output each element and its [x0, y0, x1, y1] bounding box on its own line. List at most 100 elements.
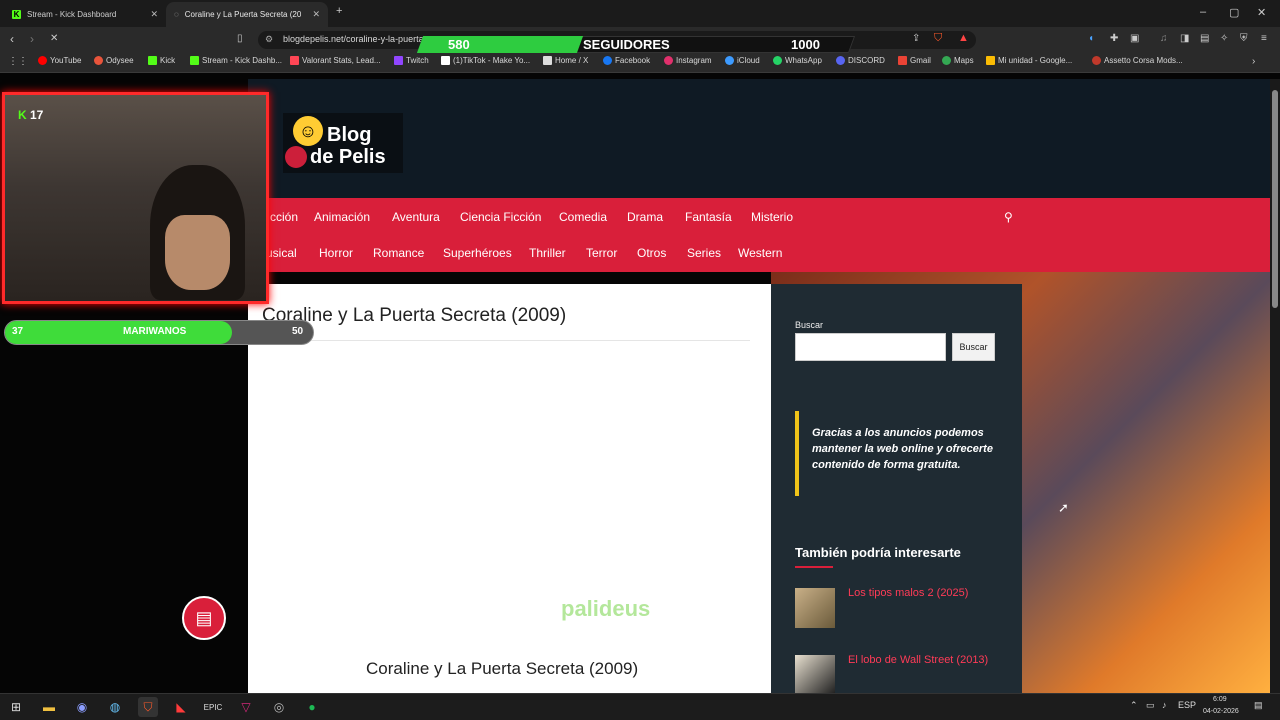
- search-input[interactable]: [795, 333, 946, 361]
- drive-icon: [986, 56, 995, 65]
- language-indicator[interactable]: ESP: [1178, 700, 1196, 710]
- bookmark-item[interactable]: Home / X: [543, 56, 588, 65]
- bookmark-item[interactable]: Odysee: [94, 56, 134, 65]
- app-icon[interactable]: ▽: [236, 697, 256, 717]
- taskbar: [0, 693, 1280, 720]
- media-icon[interactable]: ♫: [1160, 33, 1168, 44]
- related-thumbnail[interactable]: [795, 655, 835, 693]
- related-thumbnail[interactable]: [795, 588, 835, 628]
- nav-item[interactable]: Terror: [586, 246, 617, 260]
- nav-item[interactable]: Romance: [373, 246, 424, 260]
- stop-icon[interactable]: ✕: [50, 33, 58, 44]
- related-heading: También podría interesarte: [795, 545, 961, 560]
- related-link[interactable]: Los tipos malos 2 (2025): [848, 587, 968, 599]
- app-icon[interactable]: ◣: [171, 697, 191, 717]
- apps-icon[interactable]: ⋮⋮: [8, 56, 28, 67]
- bookmark-item[interactable]: DISCORD: [836, 56, 885, 65]
- bookmark-item[interactable]: Gmail: [898, 56, 931, 65]
- bookmark-item[interactable]: Kick: [148, 56, 175, 65]
- obs-icon[interactable]: ◎: [269, 697, 289, 717]
- extensions-icon[interactable]: ✚: [1110, 33, 1118, 44]
- tab-coraline[interactable]: ◌ Coraline y La Puerta Secreta (20 ✕: [166, 2, 328, 27]
- bookmark-item[interactable]: Stream - Kick Dashb...: [190, 56, 282, 65]
- nav-item[interactable]: Fantasía: [685, 210, 732, 224]
- odysee-icon: [94, 56, 103, 65]
- site-info-icon[interactable]: ⚙: [265, 34, 273, 45]
- loading-icon: ◌: [174, 10, 179, 19]
- tab-kick-dashboard[interactable]: K Stream - Kick Dashboard ✕: [4, 2, 166, 27]
- screenshot-icon[interactable]: ▣: [1130, 33, 1139, 44]
- close-icon[interactable]: ✕: [150, 9, 158, 20]
- spotify-icon[interactable]: ●: [302, 697, 322, 717]
- chat-button[interactable]: ▤: [182, 596, 226, 640]
- related-link[interactable]: El lobo de Wall Street (2013): [848, 654, 988, 666]
- search-icon[interactable]: ⚲: [1004, 210, 1013, 224]
- file-explorer-icon[interactable]: ▬: [39, 697, 59, 717]
- nav-item[interactable]: usical: [266, 246, 297, 260]
- nav-item[interactable]: Comedia: [559, 210, 607, 224]
- nav-item[interactable]: Western: [738, 246, 782, 260]
- steam-icon[interactable]: ◍: [105, 697, 125, 717]
- notifications-icon[interactable]: ▤: [1254, 700, 1263, 711]
- forward-icon[interactable]: ›: [30, 32, 34, 46]
- wallet-icon[interactable]: ▤: [1200, 33, 1209, 44]
- nav-item[interactable]: Superhéroes: [443, 246, 512, 260]
- bookmark-item[interactable]: Mi unidad - Google...: [986, 56, 1072, 65]
- brave-rewards-icon[interactable]: ▲: [958, 32, 969, 44]
- vpn-icon[interactable]: ⛨: [1240, 33, 1248, 44]
- bookmark-item[interactable]: WhatsApp: [773, 56, 822, 65]
- brave-shield-icon[interactable]: ⛉: [934, 32, 942, 45]
- bookmark-item[interactable]: Assetto Corsa Mods...: [1092, 56, 1183, 65]
- bookmark-item[interactable]: iCloud: [725, 56, 760, 65]
- more-bookmarks-icon[interactable]: ›: [1252, 56, 1255, 67]
- search-button[interactable]: Buscar: [952, 333, 995, 361]
- minimize-icon[interactable]: –: [1200, 6, 1206, 18]
- clock-time[interactable]: 6:09: [1213, 696, 1227, 703]
- sidebar-icon[interactable]: ◨: [1180, 33, 1189, 44]
- bookmark-item[interactable]: Valorant Stats, Lead...: [290, 56, 381, 65]
- bookmark-item[interactable]: Instagram: [664, 56, 712, 65]
- url-text: blogdepelis.net/coraline-y-la-puerta: [283, 34, 424, 44]
- close-icon[interactable]: ✕: [312, 9, 320, 20]
- stream-watermark: palideus: [561, 596, 651, 621]
- bookmark-item[interactable]: Facebook: [603, 56, 650, 65]
- bookmark-icon[interactable]: ▯: [237, 33, 243, 44]
- nav-item[interactable]: Otros: [637, 246, 666, 260]
- facebook-icon: [603, 56, 612, 65]
- volume-icon[interactable]: ♪: [1162, 700, 1167, 710]
- bookmark-item[interactable]: Twitch: [394, 56, 429, 65]
- back-icon[interactable]: ‹: [10, 32, 14, 46]
- nav-item[interactable]: cción: [270, 210, 298, 224]
- leo-icon[interactable]: ✧: [1220, 33, 1228, 44]
- brave-icon[interactable]: ⛉: [138, 697, 158, 717]
- clock-date[interactable]: 04-02-2026: [1203, 708, 1239, 715]
- follower-label: SEGUIDORES: [583, 37, 670, 52]
- nav-item[interactable]: Misterio: [751, 210, 793, 224]
- share-icon[interactable]: ⇪: [912, 33, 920, 44]
- extension-icon[interactable]: ◖: [1088, 33, 1094, 44]
- nav-item[interactable]: Thriller: [529, 246, 566, 260]
- valorant-icon: [290, 56, 299, 65]
- close-window-icon[interactable]: ✕: [1257, 6, 1266, 19]
- article-subtitle: Coraline y La Puerta Secreta (2009): [366, 659, 639, 678]
- nav-item[interactable]: Aventura: [392, 210, 440, 224]
- nav-item[interactable]: Horror: [319, 246, 353, 260]
- maximize-icon[interactable]: ▢: [1229, 6, 1239, 19]
- discord-icon[interactable]: ◉: [72, 697, 92, 717]
- tray-chevron-icon[interactable]: ⌃: [1130, 700, 1138, 711]
- whatsapp-icon: [773, 56, 782, 65]
- nav-item[interactable]: Drama: [627, 210, 663, 224]
- bookmark-item[interactable]: (1)TikTok - Make Yo...: [441, 56, 530, 65]
- kick-icon: K: [12, 10, 21, 19]
- epic-games-icon[interactable]: EPIC: [203, 697, 223, 717]
- network-icon[interactable]: ▭: [1146, 700, 1155, 711]
- bookmark-item[interactable]: YouTube: [38, 56, 81, 65]
- nav-item[interactable]: Series: [687, 246, 721, 260]
- nav-item[interactable]: Ciencia Ficción: [460, 210, 541, 224]
- new-tab-icon[interactable]: +: [336, 5, 342, 17]
- scrollbar-thumb[interactable]: [1272, 90, 1278, 308]
- start-icon[interactable]: ⊞: [6, 697, 26, 717]
- menu-icon[interactable]: ≡: [1261, 33, 1267, 44]
- bookmark-item[interactable]: Maps: [942, 56, 974, 65]
- nav-item[interactable]: Animación: [314, 210, 370, 224]
